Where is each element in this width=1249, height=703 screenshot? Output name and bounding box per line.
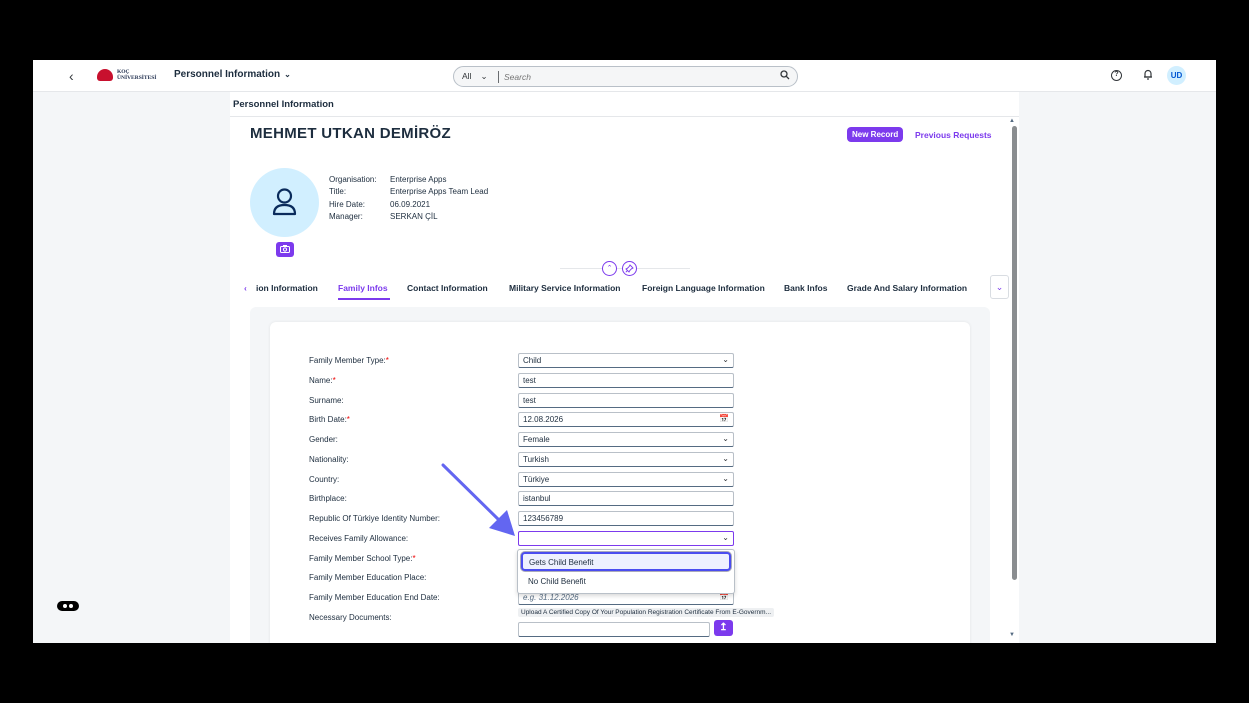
tab-family-infos[interactable]: Family Infos <box>338 283 388 293</box>
family-allowance-dropdown: Gets Child Benefit No Child Benefit <box>517 549 735 594</box>
label-gender: Gender: <box>309 435 338 444</box>
help-icon[interactable]: ? <box>1111 70 1122 81</box>
calendar-icon[interactable]: 📅 <box>719 414 729 423</box>
logo-icon <box>97 69 113 81</box>
annotation-arrow <box>441 463 515 536</box>
page-panel: Personnel Information MEHMET UTKAN DEMİR… <box>230 92 1019 643</box>
chevron-down-icon: ⌄ <box>722 355 729 364</box>
pin-header-button[interactable] <box>622 261 637 276</box>
camera-icon[interactable] <box>276 242 294 257</box>
search-scope-select[interactable]: All ⌄ <box>462 71 488 82</box>
label-surname: Surname: <box>309 396 344 405</box>
family-member-type-select[interactable]: Child ⌄ <box>518 353 734 368</box>
chevron-down-icon: ⌄ <box>722 454 729 463</box>
chevron-down-icon: ⌄ <box>480 71 488 81</box>
info-labels: Organisation: Title: Hire Date: Manager: <box>329 175 377 221</box>
birth-date-input[interactable]: 12.08.2026 📅 <box>518 412 734 427</box>
page-heading: Personnel Information <box>233 99 334 110</box>
person-icon <box>272 188 297 216</box>
divider <box>230 116 1019 117</box>
logo-text: KOÇ ÜNİVERSİTESİ <box>117 69 157 81</box>
previous-requests-link[interactable]: Previous Requests <box>915 130 992 140</box>
label-birthplace: Birthplace: <box>309 494 347 503</box>
search-input[interactable] <box>504 70 764 84</box>
tab-bank-infos[interactable]: Bank Infos <box>784 283 827 293</box>
gender-select[interactable]: Female ⌄ <box>518 432 734 447</box>
app-title: Personnel Information <box>174 69 281 80</box>
university-logo[interactable]: KOÇ ÜNİVERSİTESİ <box>97 69 156 81</box>
collapse-header-button[interactable]: ⌃ <box>602 261 617 276</box>
chevron-down-icon: ⌄ <box>722 434 729 443</box>
search-icon[interactable] <box>780 70 790 83</box>
label-identity-number: Republic Of Türkiye Identity Number: <box>309 514 441 523</box>
app-title-menu[interactable]: Personnel Information ⌄ <box>174 69 291 80</box>
name-input[interactable]: test <box>518 373 734 388</box>
option-no-child-benefit[interactable]: No Child Benefit <box>521 572 731 591</box>
identity-number-input[interactable]: 123456789 <box>518 511 734 526</box>
info-values: Enterprise Apps Enterprise Apps Team Lea… <box>390 175 489 221</box>
label-family-member-type: Family Member Type:* <box>309 356 389 365</box>
tab-bar: ‹ ion Information Family Infos Contact I… <box>230 278 1019 300</box>
chevron-down-icon: ⌄ <box>722 474 729 483</box>
app-screen: ‹ KOÇ ÜNİVERSİTESİ Personnel Information… <box>33 60 1216 643</box>
tab-ion-information[interactable]: ion Information <box>256 283 318 293</box>
birthplace-input[interactable]: istanbul <box>518 491 734 506</box>
surname-input[interactable]: test <box>518 393 734 408</box>
new-record-button[interactable]: New Record <box>847 127 904 142</box>
chevron-down-icon: ⌄ <box>722 533 729 542</box>
bell-icon[interactable] <box>1143 69 1153 83</box>
shell-bar: ‹ KOÇ ÜNİVERSİTESİ Personnel Information… <box>33 60 1216 92</box>
nationality-select[interactable]: Turkish ⌄ <box>518 452 734 467</box>
tab-grade-salary[interactable]: Grade And Salary Information <box>847 283 967 293</box>
pin-icon <box>625 264 634 273</box>
scrollbar-thumb[interactable] <box>1012 126 1017 580</box>
profile-avatar <box>250 168 319 237</box>
documents-note: Upload A Certified Copy Of Your Populati… <box>518 608 775 617</box>
tab-contact-information[interactable]: Contact Information <box>407 283 488 293</box>
user-avatar[interactable]: UD <box>1167 66 1186 85</box>
tab-military-service[interactable]: Military Service Information <box>509 283 620 293</box>
tab-foreign-language[interactable]: Foreign Language Information <box>642 283 765 293</box>
chevron-down-icon: ⌄ <box>284 70 291 79</box>
active-tab-indicator <box>338 298 390 300</box>
label-education-end-date: Family Member Education End Date: <box>309 593 440 602</box>
label-country: Country: <box>309 475 340 484</box>
label-school-type: Family Member School Type:* <box>309 554 416 563</box>
tab-scroll-left[interactable]: ‹ <box>244 283 247 293</box>
search-separator <box>498 71 499 83</box>
person-name: MEHMET UTKAN DEMİRÖZ <box>250 125 451 142</box>
scroll-down-icon[interactable]: ▼ <box>1009 632 1015 638</box>
document-upload-field[interactable] <box>518 622 710 637</box>
label-name: Name:* <box>309 376 336 385</box>
label-education-place: Family Member Education Place: <box>309 573 427 582</box>
label-family-allowance: Receives Family Allowance: <box>309 534 409 543</box>
label-nationality: Nationality: <box>309 455 349 464</box>
tabs-overflow-button[interactable]: ⌄ <box>990 275 1009 299</box>
label-birth-date: Birth Date:* <box>309 415 350 424</box>
option-gets-child-benefit[interactable]: Gets Child Benefit <box>521 552 731 571</box>
back-button[interactable]: ‹ <box>69 68 74 84</box>
label-necessary-documents: Necessary Documents: <box>309 613 392 622</box>
search-bar: All ⌄ <box>453 66 798 87</box>
country-select[interactable]: Türkiye ⌄ <box>518 472 734 487</box>
upload-icon[interactable]: ↥ <box>714 620 733 636</box>
assistant-bot-icon[interactable] <box>57 601 79 611</box>
family-allowance-select[interactable]: ⌄ <box>518 531 734 546</box>
scroll-up-icon[interactable]: ▲ <box>1009 118 1015 124</box>
